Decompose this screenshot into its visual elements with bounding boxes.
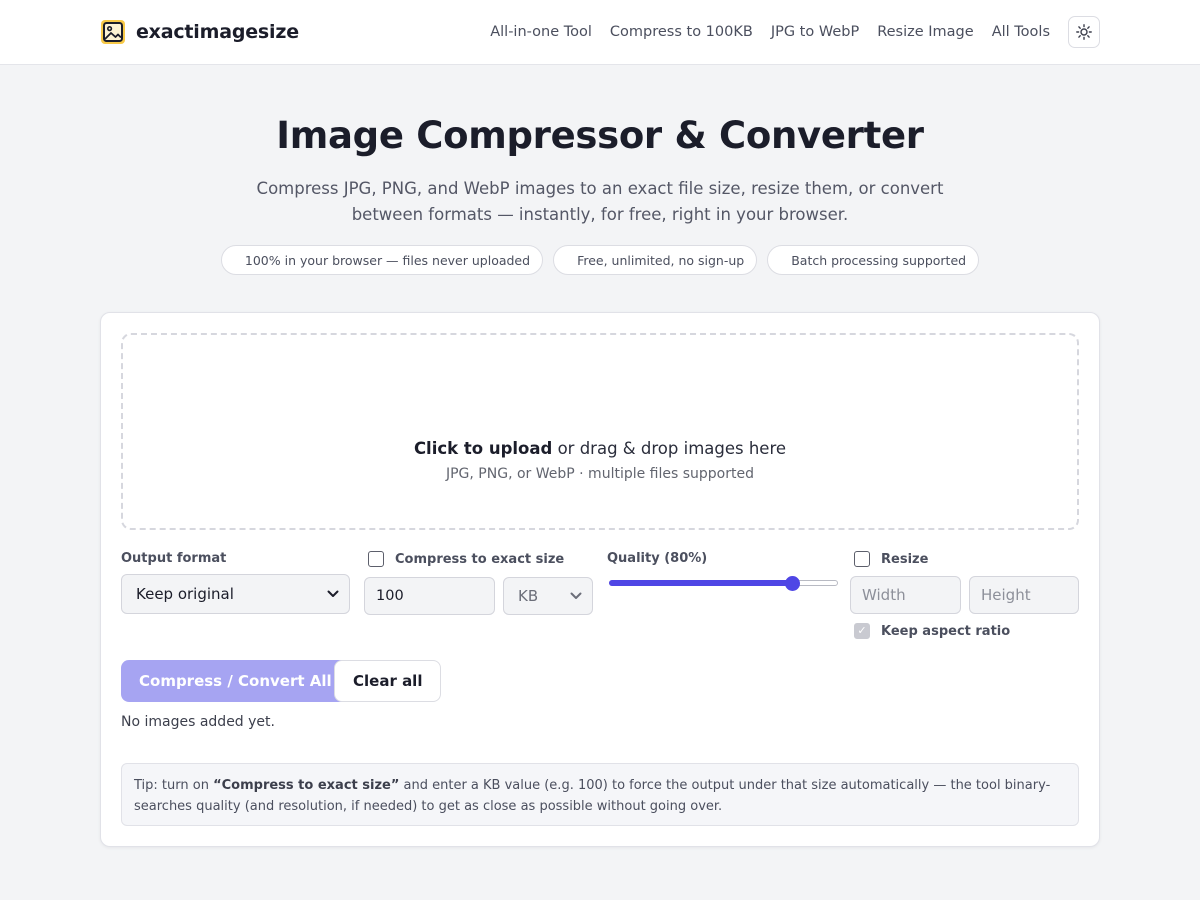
keep-aspect-ratio-checkbox[interactable]: ✓ bbox=[854, 623, 870, 639]
tip-highlight: “Compress to exact size” bbox=[213, 778, 400, 793]
nav-link-all-in-one-tool[interactable]: All-in-one Tool bbox=[490, 24, 592, 40]
resize-width-input[interactable]: Width bbox=[850, 576, 961, 614]
feature-pill-free: Free, unlimited, no sign-up bbox=[553, 245, 758, 275]
size-unit-value: KB bbox=[518, 587, 539, 605]
top-navigation-bar: exactimagesize All-in-one Tool Compress … bbox=[0, 0, 1200, 65]
drag-drop-text: or drag & drop images here bbox=[552, 439, 787, 458]
quality-slider-thumb[interactable] bbox=[785, 576, 801, 591]
brand-name: exactimagesize bbox=[136, 21, 299, 43]
size-unit-select[interactable]: KB bbox=[503, 577, 593, 615]
compress-convert-all-button[interactable]: Compress / Convert All bbox=[121, 660, 350, 702]
quality-label: Quality (80%) bbox=[607, 551, 708, 566]
feature-pills: 100% in your browser — files never uploa… bbox=[0, 245, 1200, 275]
click-to-upload-text[interactable]: Click to upload bbox=[414, 439, 552, 458]
chevron-down-icon bbox=[327, 590, 339, 597]
topbar-inner: exactimagesize All-in-one Tool Compress … bbox=[100, 0, 1100, 64]
quality-slider-fill bbox=[609, 580, 793, 586]
theme-toggle-button[interactable] bbox=[1068, 16, 1100, 48]
feature-pill-privacy: 100% in your browser — files never uploa… bbox=[220, 245, 544, 275]
upload-dropzone[interactable]: Click to upload or drag & drop images he… bbox=[121, 333, 1079, 530]
hero-section: Image Compressor & Converter Compress JP… bbox=[0, 114, 1200, 275]
image-icon bbox=[101, 20, 125, 44]
dropzone-hint: JPG, PNG, or WebP · multiple files suppo… bbox=[445, 466, 754, 482]
tool-card: Click to upload or drag & drop images he… bbox=[100, 312, 1100, 847]
dropzone-prompt: Click to upload or drag & drop images he… bbox=[123, 439, 1077, 458]
resize-height-input[interactable]: Height bbox=[969, 576, 1079, 614]
output-format-select[interactable]: Keep original bbox=[121, 574, 350, 614]
chevron-down-icon bbox=[570, 592, 582, 599]
tip-prefix: Tip: turn on bbox=[134, 778, 214, 793]
quality-slider[interactable] bbox=[609, 574, 838, 594]
nav-link-resize-image[interactable]: Resize Image bbox=[877, 24, 973, 40]
tip-box: Tip: turn on “Compress to exact size” an… bbox=[121, 763, 1079, 826]
keep-aspect-ratio-label: Keep aspect ratio bbox=[881, 624, 1011, 639]
checkmark-icon: ✓ bbox=[857, 624, 867, 637]
clear-all-button[interactable]: Clear all bbox=[334, 660, 442, 702]
exact-size-label: Compress to exact size bbox=[395, 552, 565, 567]
output-format-value: Keep original bbox=[136, 585, 234, 603]
resize-checkbox[interactable] bbox=[854, 551, 870, 567]
exact-size-checkbox[interactable] bbox=[368, 551, 384, 567]
nav-link-compress-to-100kb[interactable]: Compress to 100KB bbox=[610, 24, 753, 40]
main-nav: All-in-one Tool Compress to 100KB JPG to… bbox=[472, 16, 1100, 48]
nav-link-all-tools[interactable]: All Tools bbox=[992, 24, 1050, 40]
exact-size-input[interactable]: 100 bbox=[364, 577, 495, 615]
sun-icon bbox=[1076, 24, 1092, 40]
resize-label: Resize bbox=[881, 552, 929, 567]
brand-link[interactable]: exactimagesize bbox=[100, 19, 299, 45]
feature-pill-batch: Batch processing supported bbox=[767, 245, 980, 275]
output-format-label: Output format bbox=[121, 551, 227, 566]
empty-state-message: No images added yet. bbox=[121, 714, 275, 730]
page-subtitle: Compress JPG, PNG, and WebP images to an… bbox=[256, 179, 944, 224]
nav-link-jpg-to-webp[interactable]: JPG to WebP bbox=[771, 24, 859, 40]
page-title: Image Compressor & Converter bbox=[276, 114, 924, 157]
